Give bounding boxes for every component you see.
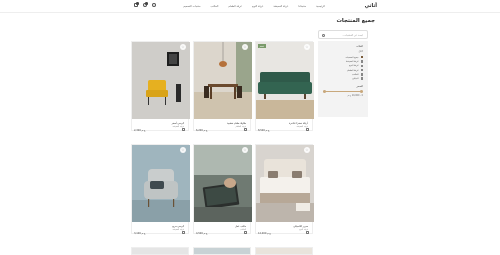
wishlist-badge: [145, 2, 148, 5]
nav-item-home[interactable]: الرئيسية: [316, 5, 325, 8]
cart-icon[interactable]: [305, 231, 309, 235]
heart-icon[interactable]: ♡: [304, 44, 310, 50]
product-image[interactable]: [194, 145, 252, 222]
filter-label: غرفة الطعام: [347, 68, 359, 72]
price-slider-min-handle[interactable]: [323, 89, 326, 93]
cart-icon[interactable]: [181, 231, 185, 235]
filter-label: جميع المنتجات: [345, 55, 359, 59]
checkbox[interactable]: [360, 64, 363, 67]
nav-item-design[interactable]: منتجات التصميم: [183, 5, 200, 8]
product-image[interactable]: [132, 42, 190, 119]
main-nav: الرئيسية منتجاتنا غرفة المعيشة غرفة النو…: [183, 5, 325, 8]
product-card[interactable]: ♡ طاولة طعام خشبية غرفة الطعام 6,200 ج.م: [193, 41, 252, 132]
page-title: جميع المنتجات: [336, 18, 375, 24]
heart-icon[interactable]: ♡: [180, 147, 186, 153]
price-slider-max-handle[interactable]: [360, 89, 363, 93]
product-image[interactable]: [194, 42, 252, 119]
filter-label: غرفة المعيشة: [345, 59, 359, 63]
product-price: 12,000 ج.م: [258, 232, 271, 235]
checkbox[interactable]: [360, 60, 363, 63]
heart-icon[interactable]: [143, 2, 148, 7]
checkbox[interactable]: [360, 73, 363, 76]
cart-icon[interactable]: [243, 231, 247, 235]
product-card[interactable]: ♡ سرير كلاسيكي غرفة النوم 12,000 ج.م: [255, 144, 314, 235]
heart-icon[interactable]: ♡: [242, 147, 248, 153]
product-price: 2,300 ج.م: [134, 129, 146, 132]
cart-icon[interactable]: [181, 128, 185, 132]
heart-icon[interactable]: ♡: [180, 44, 186, 50]
product-image[interactable]: [256, 42, 314, 119]
search-icon: [322, 34, 325, 37]
nav-item-bedroom[interactable]: غرفة النوم: [252, 5, 263, 8]
nav-item-products[interactable]: منتجاتنا: [298, 5, 306, 8]
shopping-bag-icon[interactable]: [134, 2, 139, 7]
product-card[interactable]: ♡ مكتب عمل المكتب 4,500 ج.م: [193, 144, 252, 235]
filter-subtitle: الكل: [358, 50, 363, 53]
nav-item-dining[interactable]: غرفة الطعام: [228, 5, 242, 8]
product-card[interactable]: خصم ♡ أريكة خضراء فاخرة غرفة المعيشة 8,5…: [255, 41, 314, 132]
cart-badge: [136, 2, 139, 5]
cart-icon[interactable]: [243, 128, 247, 132]
heart-icon[interactable]: ♡: [304, 147, 310, 153]
header-icons: [134, 2, 156, 7]
product-card[interactable]: ♡ كرسي مريح غرفة المعيشة 3,100 ج.م: [131, 144, 190, 235]
product-card-partial[interactable]: [193, 247, 251, 255]
search-placeholder: ابحث عن المنتجات...: [341, 34, 363, 37]
site-logo[interactable]: أثاثي: [365, 3, 377, 9]
heart-icon[interactable]: ♡: [242, 44, 248, 50]
filter-label: الديكور: [352, 77, 359, 81]
price-slider-track: [323, 91, 363, 92]
filter-item-decor[interactable]: الديكور: [323, 76, 363, 80]
product-price: 6,200 ج.م: [196, 129, 208, 132]
cart-icon[interactable]: [305, 128, 309, 132]
sale-badge: خصم: [258, 44, 266, 49]
price-range-text: 0 - 10,000 ج.م: [347, 93, 363, 97]
checkbox[interactable]: [360, 55, 363, 59]
product-price: 3,100 ج.م: [134, 232, 146, 235]
checkbox[interactable]: [360, 68, 363, 72]
product-card-partial[interactable]: [255, 247, 313, 255]
filter-title: الفئات: [356, 45, 363, 48]
nav-item-living-room[interactable]: غرفة المعيشة: [273, 5, 288, 8]
filter-label: غرفة النوم: [348, 64, 359, 68]
product-image[interactable]: [132, 145, 190, 222]
price-slider[interactable]: [323, 89, 363, 94]
product-price: 4,500 ج.م: [196, 232, 208, 235]
category-filter-panel: الفئات الكل جميع المنتجات غرفة المعيشة غ…: [318, 41, 368, 117]
price-filter-title: السعر: [356, 84, 363, 88]
search-icon[interactable]: [152, 3, 156, 7]
search-input[interactable]: ابحث عن المنتجات...: [318, 30, 368, 39]
filter-label: المكتب: [352, 72, 359, 76]
product-price: 8,500 ج.م: [258, 129, 270, 132]
top-navigation-bar: أثاثي الرئيسية منتجاتنا غرفة المعيشة غرف…: [0, 0, 500, 13]
nav-item-office[interactable]: المكتب: [211, 5, 219, 8]
checkbox[interactable]: [360, 77, 363, 80]
product-image[interactable]: [256, 145, 314, 222]
product-card[interactable]: ♡ كرسي أصفر غرفة المعيشة 2,300 ج.م: [131, 41, 190, 132]
product-card-partial[interactable]: [131, 247, 189, 255]
